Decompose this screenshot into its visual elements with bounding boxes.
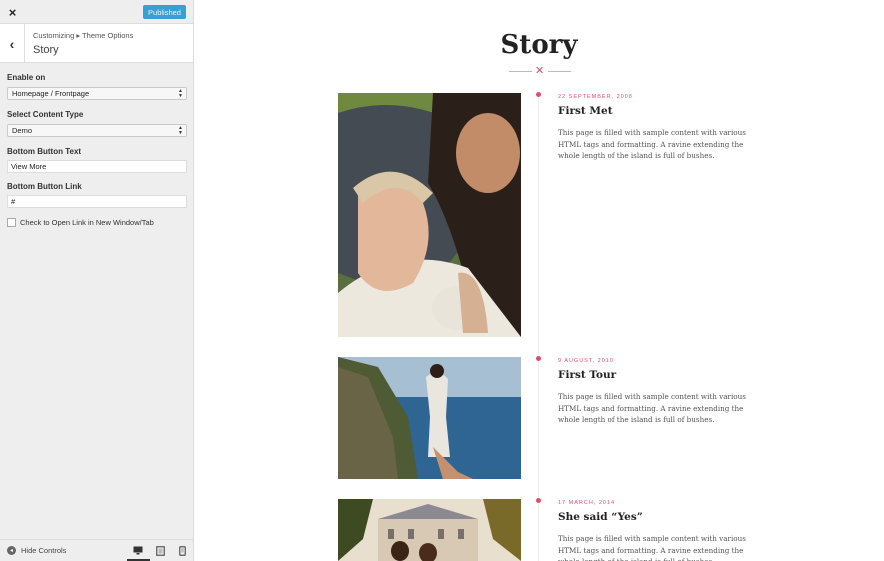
timeline-dot <box>536 356 541 361</box>
divider-line <box>548 71 571 72</box>
story-heading: Story <box>500 30 578 60</box>
timeline-line <box>538 93 539 561</box>
timeline-dot <box>536 92 541 97</box>
section-header: ‹ Customizing ▸ Theme Options Story <box>0 24 193 63</box>
hide-controls-label: Hide Controls <box>21 546 67 555</box>
entry-title: First Met <box>558 105 613 117</box>
entry-date: 22 September, 2008 <box>558 94 633 100</box>
section-title: Story <box>33 44 59 56</box>
button-link-input[interactable]: # <box>7 195 187 208</box>
customizer-footer: ◂ Hide Controls <box>0 539 193 561</box>
content-type-value: Demo <box>12 126 33 135</box>
customizer-sidebar: × Published ‹ Customizing ▸ Theme Option… <box>0 0 194 561</box>
content-type-select[interactable]: Demo ▲ ▼ <box>7 124 187 137</box>
heading-divider: ✕ <box>509 65 571 78</box>
enable-on-value: Homepage / Frontpage <box>12 89 90 98</box>
new-window-label: Check to Open Link in New Window/Tab <box>20 218 154 227</box>
close-icon: × <box>8 4 17 20</box>
select-arrows-icon: ▲ ▼ <box>178 124 183 136</box>
entry-text: This page is filled with sample content … <box>558 392 746 424</box>
new-window-checkbox[interactable] <box>7 218 16 227</box>
desktop-icon <box>133 546 143 555</box>
collapse-icon: ◂ <box>7 546 16 555</box>
close-customizer-button[interactable]: × <box>0 0 25 24</box>
divider-line <box>509 71 532 72</box>
tablet-preview-button[interactable] <box>154 545 166 556</box>
select-arrows-icon: ▲ ▼ <box>178 87 183 99</box>
button-text-label: Bottom Button Text <box>7 147 82 156</box>
button-link-label: Bottom Button Link <box>7 182 82 191</box>
entry-photo-palace <box>338 499 521 561</box>
desktop-preview-button[interactable] <box>132 545 144 556</box>
entry-date: 9 August, 2010 <box>558 358 614 364</box>
enable-on-select[interactable]: Homepage / Frontpage ▲ ▼ <box>7 87 187 100</box>
enable-on-label: Enable on <box>7 73 46 82</box>
back-button[interactable]: ‹ <box>0 24 25 63</box>
entry-title: First Tour <box>558 369 617 381</box>
button-text-input[interactable]: View More <box>7 160 187 173</box>
entry-text: This page is filled with sample content … <box>558 128 746 160</box>
breadcrumb: Customizing ▸ Theme Options <box>33 31 134 40</box>
new-window-checkbox-row[interactable]: Check to Open Link in New Window/Tab <box>7 218 154 227</box>
mobile-preview-button[interactable] <box>176 545 188 556</box>
timeline-dot <box>536 498 541 503</box>
mobile-icon <box>178 545 186 556</box>
entry-title: She said “Yes” <box>558 511 643 523</box>
hide-controls-button[interactable]: ◂ Hide Controls <box>7 546 66 555</box>
tablet-icon <box>155 545 165 556</box>
entry-photo-couple <box>338 93 521 337</box>
published-button[interactable]: Published <box>143 5 186 19</box>
entry-date: 17 March, 2014 <box>558 500 616 506</box>
cross-icon: ✕ <box>535 65 545 77</box>
customizer-topbar: × Published <box>0 0 193 24</box>
entry-text: This page is filled with sample content … <box>558 534 746 561</box>
chevron-left-icon: ‹ <box>9 35 15 52</box>
content-type-label: Select Content Type <box>7 110 84 119</box>
entry-photo-cliff <box>338 357 521 479</box>
site-preview: Story ✕ 22 September, 2008 First Met Thi… <box>194 0 884 561</box>
